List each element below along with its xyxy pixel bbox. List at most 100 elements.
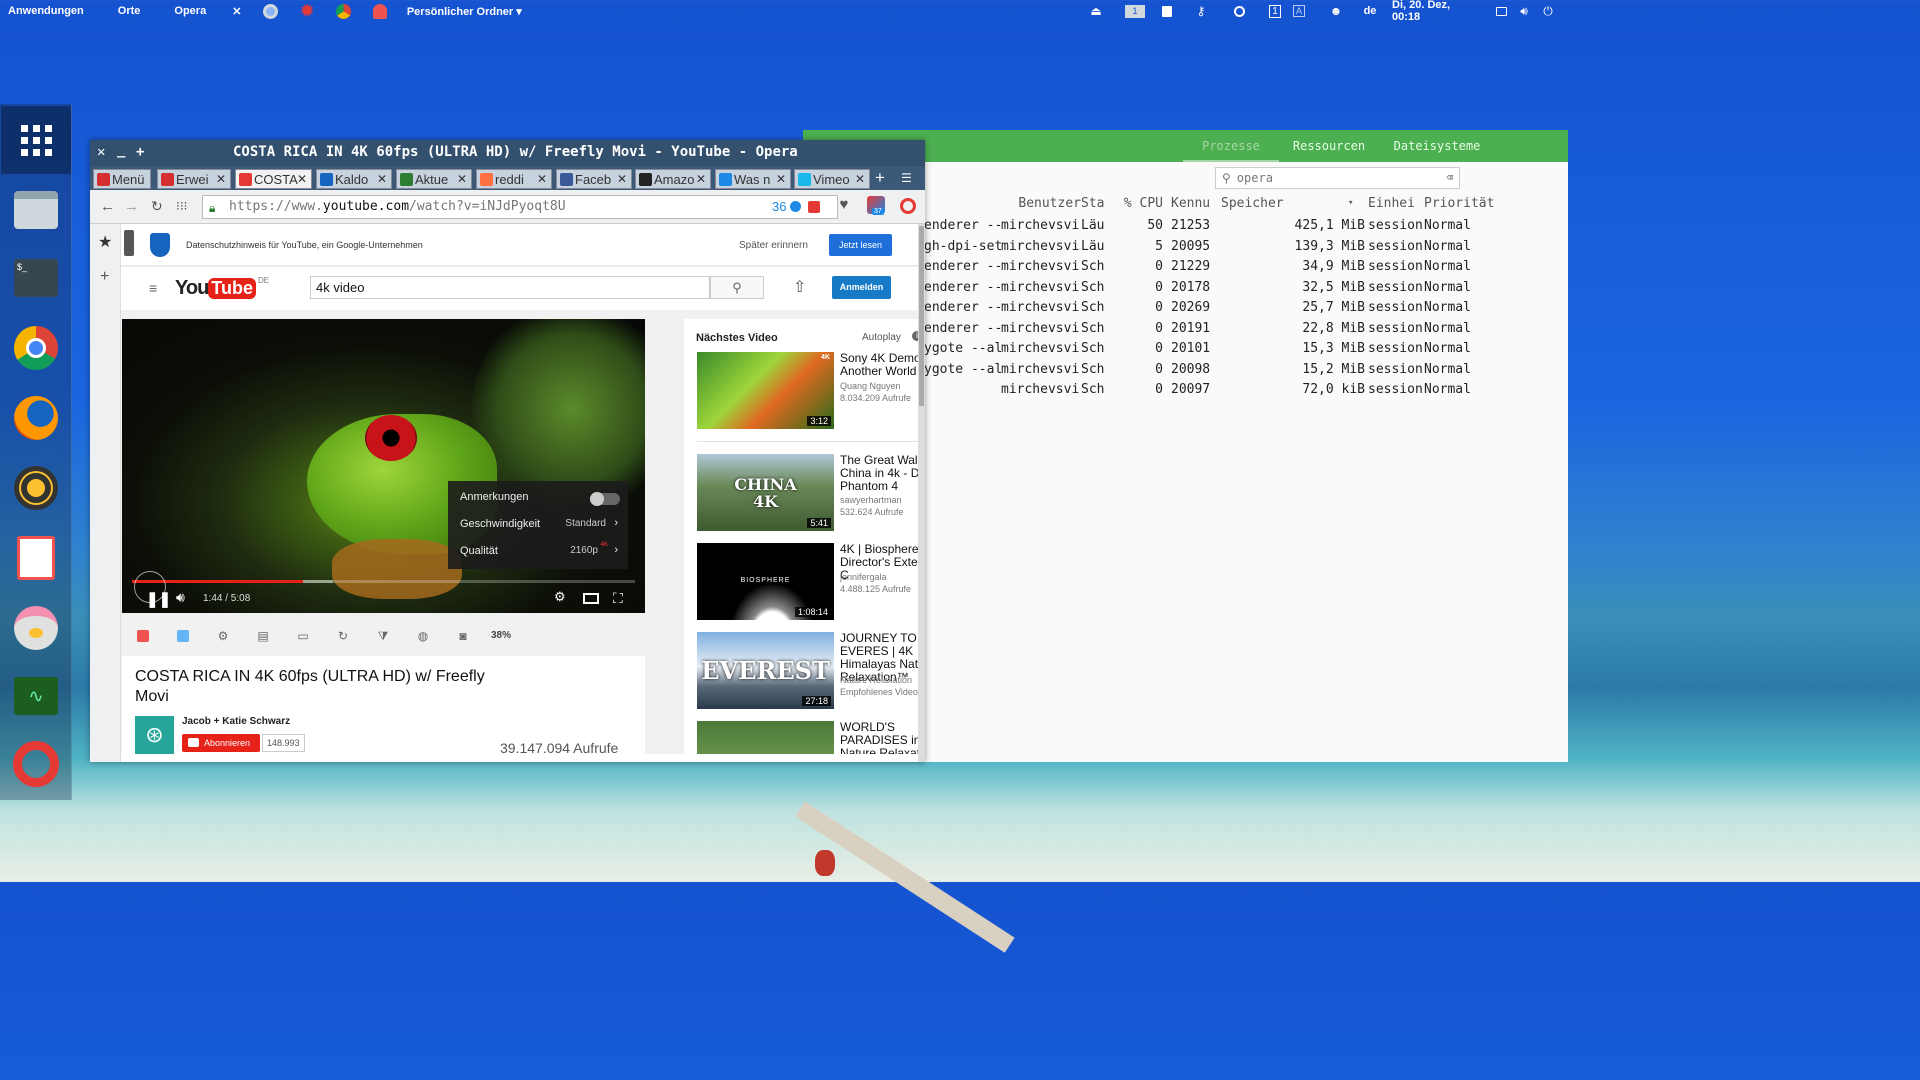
shield-icon[interactable] — [790, 201, 801, 212]
settings-annotations-row[interactable]: Anmerkungen — [460, 491, 620, 511]
tab-resources[interactable]: Ressourcen — [1289, 130, 1369, 162]
tab-1[interactable]: Erwei ✕ — [157, 169, 231, 189]
launcher-ghost-icon[interactable] — [372, 3, 387, 19]
column-header[interactable]: % CPU — [1109, 196, 1163, 211]
tab-3[interactable]: Kaldo ✕ — [316, 169, 392, 189]
opera-news-icon[interactable] — [900, 198, 916, 214]
clock[interactable]: Di, 20. Dez, 00:18 — [1392, 0, 1478, 23]
scrollbar-thumb[interactable] — [919, 226, 924, 406]
video-thumbnail[interactable] — [697, 721, 834, 754]
toolbar-screen-icon[interactable]: ▭ — [295, 628, 311, 644]
video-thumbnail[interactable]: BIOSPHERE 1:08:14 — [697, 543, 834, 620]
speed-dial-icon[interactable]: ⁝⁝⁝ — [176, 199, 187, 213]
youtube-search-input[interactable]: 4k video — [310, 276, 710, 299]
process-search-field[interactable]: ⚲ opera ⌫ — [1215, 167, 1460, 189]
menu-places[interactable]: Orte — [118, 5, 141, 17]
close-tab-icon[interactable]: ✕ — [537, 172, 547, 186]
settings-gear-icon[interactable]: ⚙ — [554, 589, 566, 605]
column-header[interactable]: Sta — [1081, 196, 1109, 211]
launcher-bug-icon[interactable]: ✹ — [300, 1, 313, 21]
trash-icon[interactable] — [1160, 0, 1174, 22]
launcher-chrome-icon[interactable] — [335, 3, 351, 19]
keyboard-layout[interactable]: de — [1362, 0, 1378, 22]
close-tab-icon[interactable]: ✕ — [297, 172, 307, 186]
window-icon[interactable] — [1494, 0, 1508, 22]
toolbar-loop-icon[interactable]: ↻ — [335, 628, 351, 644]
audio-player-icon[interactable] — [8, 460, 64, 516]
toolbar-film-icon[interactable]: ▤ — [255, 628, 271, 644]
close-tab-icon[interactable]: ✕ — [457, 172, 467, 186]
video-popout-icon[interactable] — [808, 201, 820, 213]
annotations-toggle[interactable] — [590, 492, 620, 506]
video-player[interactable]: Anmerkungen Geschwindigkeit Standard › Q… — [122, 319, 645, 613]
tab-6[interactable]: Faceb ✕ — [556, 169, 632, 189]
related-video[interactable]: BIOSPHERE1:08:144K | Biosphere Full - Di… — [697, 543, 918, 623]
palette-icon[interactable]: ☻ — [1328, 0, 1344, 22]
tray-1-icon[interactable]: 1 — [1268, 0, 1282, 22]
close-tab-icon[interactable]: ✕ — [696, 172, 706, 186]
toolbar-percent[interactable]: 38% — [491, 630, 511, 641]
tray-a-icon[interactable]: A — [1292, 0, 1306, 22]
volume-icon[interactable]: 🔊︎ — [1516, 0, 1532, 22]
tab-menu-icon[interactable]: ☰ — [901, 171, 912, 185]
column-header[interactable]: Kennu — [1171, 196, 1221, 211]
launcher-chromium-icon[interactable] — [263, 3, 279, 19]
tab-5[interactable]: reddi ✕ — [476, 169, 552, 189]
column-header[interactable]: Einhei — [1368, 196, 1424, 211]
related-title[interactable]: Sony 4K Demo: Another World — [840, 352, 918, 378]
related-video[interactable]: WORLD'S PARADISES in 4K: Nature Relaxati… — [697, 721, 918, 754]
related-video[interactable]: 4K 3:12 Sony 4K Demo: Another World Quang N… — [697, 352, 918, 432]
theater-mode-icon[interactable] — [583, 593, 599, 604]
remind-later-button[interactable]: Später erinnern — [739, 240, 808, 251]
toolbar-gear-icon[interactable]: ⚙ — [215, 628, 231, 644]
toolbar-blue-icon[interactable] — [175, 628, 191, 644]
subscribe-button[interactable]: Abonnieren — [182, 734, 260, 752]
related-video[interactable]: EVEREST 27:18 JOURNEY TO EVERES | 4K Himal… — [697, 632, 918, 712]
upload-icon[interactable]: ⇧ — [793, 277, 806, 297]
workspace-switcher[interactable]: 1 — [1124, 0, 1146, 22]
video-thumbnail[interactable]: 4K 3:12 — [697, 352, 834, 429]
column-header[interactable]: Priorität — [1424, 196, 1504, 211]
heart-icon[interactable]: ♥︎ — [832, 196, 856, 220]
volume-icon[interactable]: 🔊︎ — [176, 589, 185, 606]
youtube-search-button[interactable]: ⚲ — [710, 276, 764, 299]
pause-icon[interactable]: ❚❚ — [146, 590, 171, 608]
system-monitor-icon[interactable]: ∿ — [8, 668, 64, 724]
video-thumbnail[interactable]: CHINA 4K 5:41 — [697, 454, 834, 531]
toolbar-camera-icon[interactable]: ◙ — [455, 628, 471, 644]
tab-4[interactable]: Aktue ✕ — [396, 169, 472, 189]
tab-processes[interactable]: Prozesse — [1183, 130, 1279, 162]
new-tab-icon[interactable]: + — [875, 168, 885, 188]
sidebar-add-icon[interactable]: + — [100, 268, 109, 286]
toolbar-globe-icon[interactable]: ◍ — [415, 628, 431, 644]
page-scrollbar[interactable] — [918, 224, 925, 762]
eject-icon[interactable]: ⏏ — [1088, 0, 1104, 22]
apps-grid-icon[interactable] — [1, 106, 71, 174]
close-app-icon[interactable]: ✕ — [232, 5, 241, 18]
text-editor-icon[interactable] — [8, 530, 64, 586]
signin-button[interactable]: Anmelden — [832, 276, 891, 299]
bookmarks-star-icon[interactable]: ★ — [98, 232, 112, 252]
tab-7[interactable]: Amazo ✕ — [635, 169, 711, 189]
close-tab-icon[interactable]: ✕ — [377, 172, 387, 186]
toolbar-red-icon[interactable] — [135, 628, 151, 644]
related-video[interactable]: CHINA 4K 5:41 The Great Wall of China in 4… — [697, 454, 918, 534]
menu-applications[interactable]: Anwendungen — [8, 5, 84, 17]
url-field[interactable]: 🔒︎ https://www.youtube.com/watch?v=iNJdP… — [202, 195, 838, 219]
chrome-icon[interactable] — [8, 320, 64, 376]
maximize-window-icon[interactable]: + — [136, 144, 144, 160]
record-icon[interactable] — [1232, 0, 1246, 22]
menu-opera[interactable]: Opera — [174, 5, 206, 17]
related-title[interactable]: WORLD'S PARADISES in 4K: Nature Relaxati… — [840, 721, 918, 754]
forward-icon[interactable]: → — [124, 198, 139, 215]
related-title[interactable]: The Great Wall of China in 4k - DJI Phan… — [840, 454, 918, 493]
tab-9[interactable]: Vimeo ✕ — [794, 169, 870, 189]
toolbar-filter-icon[interactable]: ⧩ — [375, 628, 391, 644]
tab-2[interactable]: COSTA ✕ — [235, 169, 312, 189]
menu-home-folder[interactable]: Persönlicher Ordner ▾ — [407, 5, 522, 18]
read-now-button[interactable]: Jetzt lesen — [829, 234, 892, 256]
close-tab-icon[interactable]: ✕ — [776, 172, 786, 186]
key-icon[interactable]: ⚷ — [1192, 0, 1210, 22]
minimize-window-icon[interactable]: _ — [117, 142, 125, 158]
column-header[interactable]: Speicher — [1221, 196, 1291, 211]
